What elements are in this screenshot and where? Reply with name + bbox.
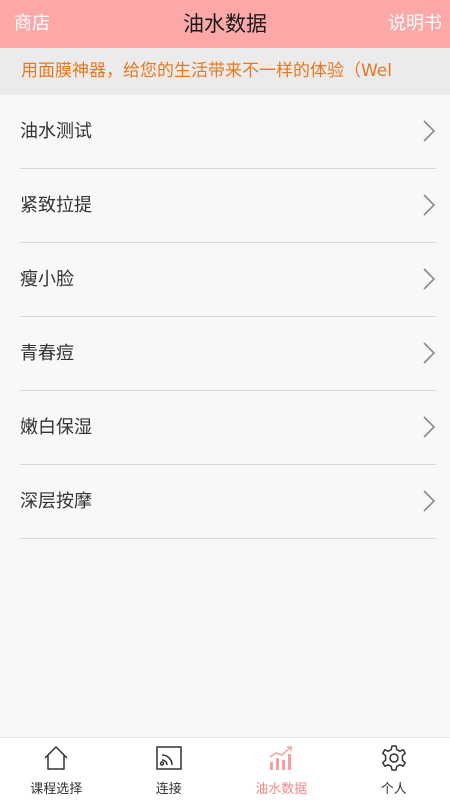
tab-course-selection[interactable]: 课程选择 xyxy=(0,738,113,801)
manual-button[interactable]: 说明书 xyxy=(388,0,442,48)
bar-chart-icon xyxy=(267,744,295,772)
list-item-label: 瘦小脸 xyxy=(20,243,74,316)
page-title: 油水数据 xyxy=(0,0,450,48)
app-header: 商店 油水数据 说明书 xyxy=(0,0,450,48)
bottom-tab-bar: 课程选择 连接 油水数据 个人 xyxy=(0,737,450,801)
home-icon xyxy=(42,744,70,772)
chevron-right-icon xyxy=(422,268,436,290)
tab-oil-water-data[interactable]: 油水数据 xyxy=(225,738,338,801)
chevron-right-icon xyxy=(422,416,436,438)
list-item-acne[interactable]: 青春痘 xyxy=(20,317,436,391)
list-item-slim-face[interactable]: 瘦小脸 xyxy=(20,243,436,317)
list-item-label: 青春痘 xyxy=(20,317,74,390)
feature-list: 油水测试 紧致拉提 瘦小脸 青春痘 嫩白保湿 深层按摩 xyxy=(0,95,450,539)
list-item-label: 深层按摩 xyxy=(20,465,92,538)
list-item-firming-lift[interactable]: 紧致拉提 xyxy=(20,169,436,243)
list-item-label: 紧致拉提 xyxy=(20,169,92,242)
marquee-banner: 用面膜神器，给您的生活带来不一样的体验（Wel xyxy=(0,48,450,95)
cast-icon xyxy=(155,744,183,772)
list-item-label: 油水测试 xyxy=(20,95,92,168)
tab-profile[interactable]: 个人 xyxy=(338,738,450,801)
chevron-right-icon xyxy=(422,120,436,142)
list-item-oil-water-test[interactable]: 油水测试 xyxy=(20,95,436,169)
tab-label: 课程选择 xyxy=(0,778,113,797)
chevron-right-icon xyxy=(422,490,436,512)
tab-label: 油水数据 xyxy=(225,778,338,797)
chevron-right-icon xyxy=(422,342,436,364)
list-item-label: 嫩白保湿 xyxy=(20,391,92,464)
list-item-whitening-moisture[interactable]: 嫩白保湿 xyxy=(20,391,436,465)
chevron-right-icon xyxy=(422,194,436,216)
marquee-text: 用面膜神器，给您的生活带来不一样的体验（Wel xyxy=(21,48,392,95)
tab-label: 连接 xyxy=(113,778,226,797)
gear-icon xyxy=(380,744,408,772)
list-item-deep-massage[interactable]: 深层按摩 xyxy=(20,465,436,539)
tab-connect[interactable]: 连接 xyxy=(113,738,226,801)
tab-label: 个人 xyxy=(338,778,450,797)
